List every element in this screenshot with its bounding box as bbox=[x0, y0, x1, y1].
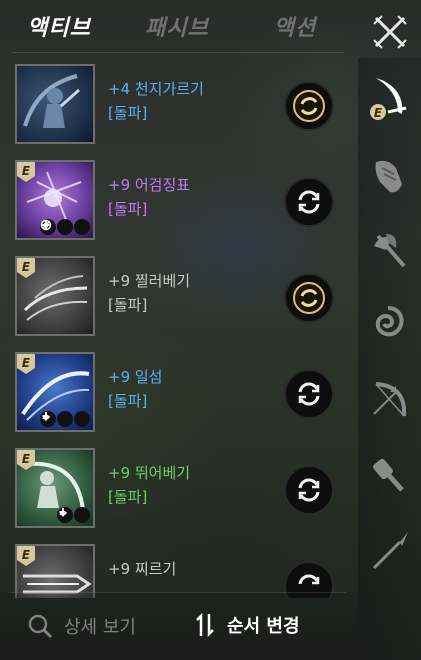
sidebar-weapon-sword[interactable]: E bbox=[366, 72, 412, 120]
sidebar-weapon-hammer[interactable] bbox=[366, 450, 412, 496]
skill-mode-toggle[interactable] bbox=[283, 80, 335, 132]
skill-row[interactable]: E +9 일섬 [돌파] bbox=[0, 346, 352, 442]
bow-icon bbox=[373, 382, 407, 417]
reorder-button[interactable]: 순서 변경 bbox=[195, 610, 300, 640]
svg-text:E: E bbox=[374, 106, 383, 120]
skill-name: +9 찌르기 bbox=[108, 560, 177, 578]
sidebar-weapon-axe[interactable] bbox=[366, 226, 412, 272]
cycle-white-icon bbox=[284, 177, 334, 227]
cycle-gold-icon bbox=[284, 81, 334, 131]
close-button[interactable] bbox=[370, 12, 410, 52]
bottom-divider bbox=[10, 592, 346, 593]
skill-type: [돌파] bbox=[108, 104, 148, 122]
arrow-up-icon bbox=[42, 219, 90, 235]
tab-action[interactable]: 액션 bbox=[236, 10, 354, 42]
skill-thumbnail: E bbox=[15, 256, 95, 336]
skill-type: [돌파] bbox=[108, 392, 148, 410]
skill-thumbnail: E bbox=[15, 352, 95, 432]
skill-tabs: 액티브 패시브 액션 bbox=[0, 0, 358, 52]
arrow-down-icon bbox=[42, 411, 90, 427]
skill-row[interactable]: +4 천지가르기 [돌파] bbox=[0, 58, 352, 154]
skill-row[interactable]: E +9 찔러베기 [돌파] bbox=[0, 250, 352, 346]
dash-icon bbox=[42, 411, 73, 427]
tab-active[interactable]: 액티브 bbox=[0, 10, 118, 42]
skill-thumbnail: E bbox=[15, 448, 95, 528]
skill-name: +9 어검징표 bbox=[108, 176, 191, 194]
axe-icon bbox=[374, 234, 406, 268]
sidebar-weapon-bow[interactable] bbox=[366, 376, 412, 422]
skill-mode-toggle[interactable] bbox=[283, 368, 335, 420]
earth-split-skill-icon bbox=[23, 74, 80, 128]
skill-name: +9 찔러베기 bbox=[108, 272, 191, 290]
sidebar-weapon-gauntlet[interactable] bbox=[366, 154, 412, 200]
skill-name: +9 일섬 bbox=[108, 368, 163, 386]
skill-type: [돌파] bbox=[108, 200, 148, 218]
skill-row[interactable]: E +9 찌르기 bbox=[0, 538, 352, 598]
reorder-label: 순서 변경 bbox=[227, 616, 300, 637]
skill-mode-toggle[interactable] bbox=[283, 176, 335, 228]
sidebar-weapon-spear[interactable] bbox=[366, 528, 412, 574]
detail-view-button[interactable]: 상세 보기 bbox=[26, 612, 136, 640]
skill-row[interactable]: E +9 뛰어베기 [돌파] bbox=[0, 442, 352, 538]
skill-mode-toggle[interactable] bbox=[283, 464, 335, 516]
skill-name: +9 뛰어베기 bbox=[108, 464, 191, 482]
skill-thumbnail bbox=[15, 64, 95, 144]
skill-thumbnail: E bbox=[15, 160, 95, 240]
skill-attribute-icons bbox=[40, 219, 90, 235]
swap-arrows-icon bbox=[196, 612, 214, 638]
detail-view-label: 상세 보기 bbox=[64, 617, 136, 638]
skill-mode-toggle[interactable] bbox=[283, 272, 335, 324]
weapon-sidebar: E bbox=[358, 58, 421, 660]
cycle-gold-icon bbox=[284, 273, 334, 323]
skill-type: [돌파] bbox=[108, 296, 148, 314]
search-icon bbox=[28, 614, 53, 639]
skill-type: [돌파] bbox=[108, 488, 148, 506]
sidebar-weapon-swirl[interactable] bbox=[366, 300, 412, 346]
skill-attribute-icons bbox=[40, 411, 90, 427]
skill-attribute-icons bbox=[57, 507, 90, 523]
arrow-down-icon bbox=[42, 219, 73, 235]
cycle-white-icon bbox=[284, 465, 334, 515]
cycle-white-icon bbox=[284, 369, 334, 419]
sword-icon: E bbox=[370, 78, 407, 120]
spear-icon bbox=[372, 532, 408, 570]
skill-name: +4 천지가르기 bbox=[108, 80, 204, 98]
hammer-icon bbox=[373, 458, 404, 492]
arrow-down-icon bbox=[59, 507, 90, 523]
skill-thumbnail: E bbox=[15, 544, 95, 598]
skill-list: +4 천지가르기 [돌파] E +9 어검징표 [돌파] E +9 찔러베기 [… bbox=[0, 58, 352, 598]
tab-divider bbox=[12, 52, 344, 53]
tab-passive[interactable]: 패시브 bbox=[118, 10, 236, 42]
crossed-swords-icon bbox=[373, 15, 407, 49]
gauntlet-icon bbox=[375, 160, 402, 193]
skill-row[interactable]: E +9 어검징표 [돌파] bbox=[0, 154, 352, 250]
swirl-icon bbox=[375, 306, 404, 337]
